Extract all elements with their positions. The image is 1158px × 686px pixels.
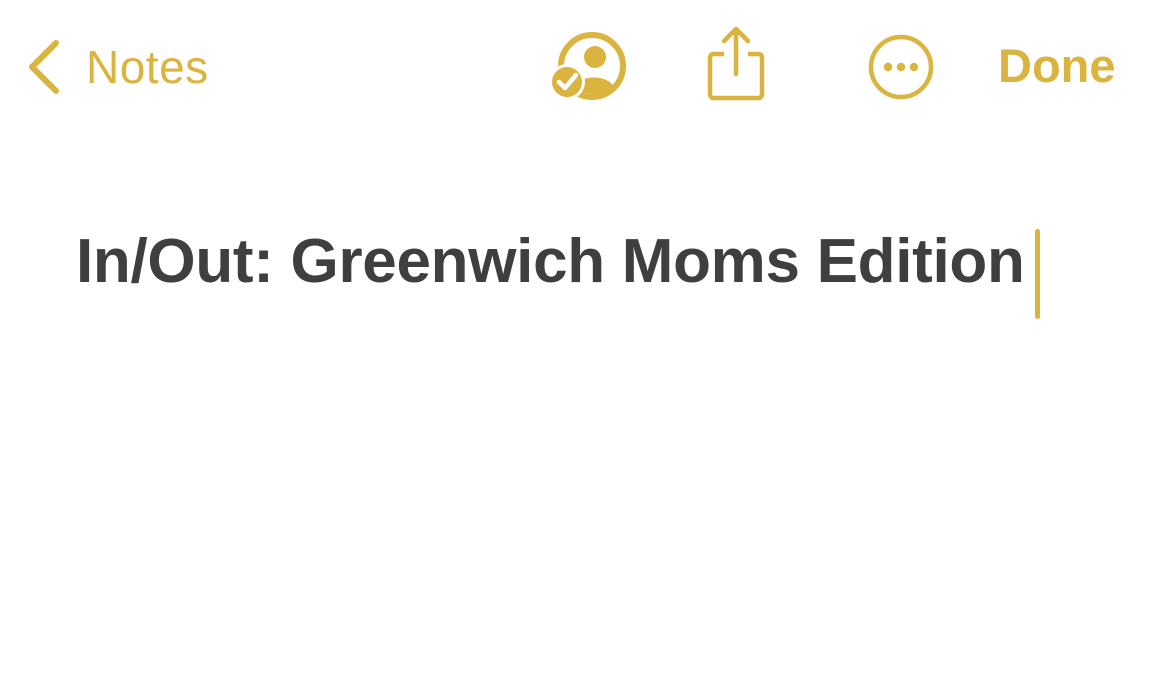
more-options-button[interactable]: [867, 33, 935, 101]
share-button[interactable]: [704, 26, 768, 102]
person-checkmark-collaborate-icon: [548, 30, 632, 104]
ellipsis-circle-icon: [867, 33, 935, 101]
back-to-notes-button[interactable]: Notes: [24, 34, 209, 100]
text-cursor: [1034, 228, 1040, 319]
note-text-area[interactable]: In/Out: Greenwich Moms Edition: [76, 226, 1136, 323]
done-button[interactable]: Done: [998, 38, 1116, 93]
notes-editor-screen: Notes Done In/Out: Greenwich Moms Editio…: [0, 0, 1158, 686]
back-button-label: Notes: [86, 41, 209, 93]
share-icon: [704, 26, 768, 102]
note-title[interactable]: In/Out: Greenwich Moms Edition: [76, 227, 1025, 296]
chevron-left-icon: [24, 37, 60, 97]
navigation-toolbar: Notes Done: [0, 0, 1158, 134]
collaborate-button[interactable]: [548, 30, 632, 104]
